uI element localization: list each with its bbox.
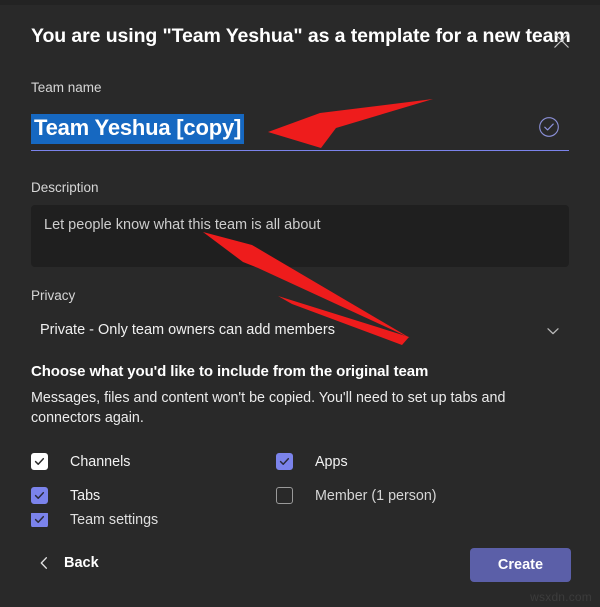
close-icon bbox=[553, 32, 570, 49]
description-placeholder: Let people know what this team is all ab… bbox=[44, 217, 321, 233]
team-name-input[interactable]: Team Yeshua [copy] bbox=[31, 108, 569, 151]
check-circle-icon bbox=[538, 116, 560, 138]
privacy-field-group: Privacy Private - Only team owners can a… bbox=[31, 288, 569, 347]
include-heading: Choose what you'd like to include from t… bbox=[31, 363, 429, 380]
checkbox-row: Channels Apps bbox=[31, 445, 571, 479]
team-name-label: Team name bbox=[31, 80, 102, 95]
dialog-footer: Back Create bbox=[0, 535, 600, 607]
checkbox-member[interactable]: Member (1 person) bbox=[276, 487, 437, 505]
description-label: Description bbox=[31, 180, 99, 195]
checkbox-tabs[interactable]: Tabs bbox=[31, 487, 276, 505]
page-title: You are using "Team Yeshua" as a templat… bbox=[31, 24, 571, 47]
dialog-header: You are using "Team Yeshua" as a templat… bbox=[0, 5, 600, 67]
privacy-selected-value: Private - Only team owners can add membe… bbox=[40, 322, 335, 338]
checkbox-channels[interactable]: Channels bbox=[31, 453, 276, 471]
checkbox-label-member: Member (1 person) bbox=[315, 487, 437, 504]
close-button[interactable] bbox=[548, 27, 574, 53]
checkbox-label-apps: Apps bbox=[315, 453, 348, 470]
checkbox-team-settings[interactable]: Team settings bbox=[31, 512, 276, 527]
checkbox-apps[interactable]: Apps bbox=[276, 453, 348, 471]
team-name-value[interactable]: Team Yeshua [copy] bbox=[31, 114, 245, 144]
description-field-group: Description Let people know what this te… bbox=[31, 180, 569, 267]
include-checkbox-grid: Channels Apps Tabs Member (1 person) Tea… bbox=[31, 445, 571, 527]
checkbox-box-tabs[interactable] bbox=[31, 487, 48, 505]
checkbox-row: Team settings bbox=[31, 512, 571, 527]
checkbox-label-channels: Channels bbox=[70, 453, 131, 470]
privacy-label: Privacy bbox=[31, 288, 76, 303]
checkbox-label-team-settings: Team settings bbox=[70, 512, 159, 527]
include-note: Messages, files and content won't be cop… bbox=[31, 390, 506, 427]
checkbox-box-apps[interactable] bbox=[276, 453, 293, 471]
teams-create-team-dialog: You are using "Team Yeshua" as a templat… bbox=[0, 0, 600, 607]
dialog-body: Team name Team Yeshua [copy] Description… bbox=[0, 67, 600, 535]
back-label: Back bbox=[64, 555, 99, 571]
checkbox-box-channels[interactable] bbox=[31, 453, 48, 471]
checkbox-box-team-settings[interactable] bbox=[31, 512, 48, 527]
checkbox-box-member[interactable] bbox=[276, 487, 293, 505]
privacy-dropdown[interactable]: Private - Only team owners can add membe… bbox=[31, 313, 569, 347]
chevron-left-icon bbox=[37, 556, 51, 570]
description-input[interactable]: Let people know what this team is all ab… bbox=[31, 205, 569, 267]
include-options-section: Choose what you'd like to include from t… bbox=[31, 363, 573, 527]
back-button[interactable]: Back bbox=[37, 555, 99, 571]
checkbox-row: Tabs Member (1 person) bbox=[31, 479, 571, 513]
team-name-field-group: Team name Team Yeshua [copy] bbox=[31, 80, 569, 151]
checkbox-label-tabs: Tabs bbox=[70, 487, 101, 504]
chevron-down-icon bbox=[545, 323, 561, 339]
create-button[interactable]: Create bbox=[470, 548, 571, 582]
